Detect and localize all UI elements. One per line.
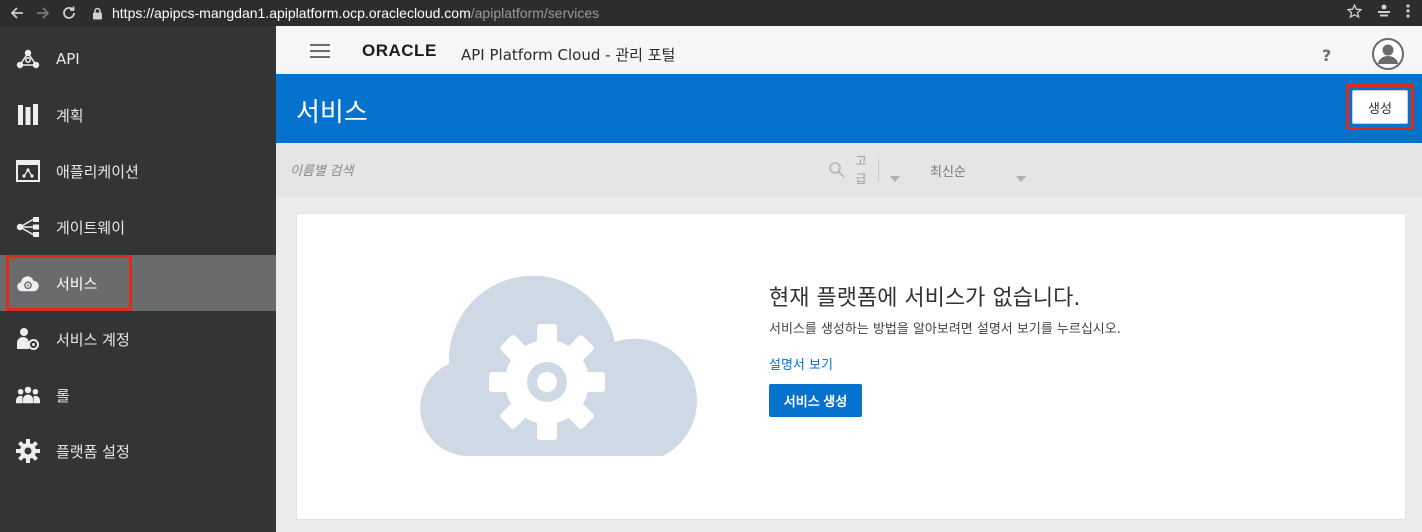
sort-select[interactable]: 최신순	[930, 161, 966, 180]
sidebar-item-label: 서비스 계정	[56, 330, 130, 349]
sidebar-item-roles[interactable]: 롤	[0, 367, 276, 423]
sidebar-item-label: 롤	[56, 386, 70, 405]
cloud-gear-illustration-icon	[419, 275, 709, 458]
empty-state-title: 현재 플랫폼에 서비스가 없습니다.	[769, 286, 1081, 311]
address-bar[interactable]: https://apipcs-mangdan1.apiplatform.ocp.…	[90, 2, 599, 24]
filter-bar: 고급 최신순	[276, 143, 1422, 197]
page-title: 서비스	[296, 98, 368, 128]
gear-icon	[16, 439, 40, 463]
extension-icon[interactable]	[1376, 4, 1392, 22]
sidebar: API 계획 애플리케이션 게이트웨이 서비스 서비스 계정 롤 플랫폼 설정	[0, 26, 276, 532]
lock-icon	[90, 6, 104, 20]
back-arrow-icon[interactable]	[4, 0, 30, 26]
hamburger-menu-icon[interactable]	[310, 44, 330, 58]
divider	[878, 159, 879, 181]
browser-toolbar: https://apipcs-mangdan1.apiplatform.ocp.…	[0, 0, 1422, 26]
reload-icon[interactable]	[56, 0, 82, 26]
service-account-icon	[16, 327, 40, 351]
app-header: ORACLE API Platform Cloud - 관리 포털 ?	[276, 26, 1422, 74]
sidebar-item-label: 게이트웨이	[56, 218, 126, 237]
sidebar-item-gateways[interactable]: 게이트웨이	[0, 199, 276, 255]
sidebar-item-api[interactable]: API	[0, 31, 276, 87]
chevron-down-icon[interactable]	[1016, 167, 1026, 186]
sidebar-item-platform-settings[interactable]: 플랫폼 설정	[0, 423, 276, 479]
gateway-icon	[16, 215, 40, 239]
sidebar-item-label: 플랫폼 설정	[56, 442, 130, 461]
empty-state-card: 현재 플랫폼에 서비스가 없습니다. 서비스를 생성하는 방법을 알아보려면 설…	[296, 213, 1406, 520]
advanced-search-toggle[interactable]: 고급	[854, 152, 868, 188]
oracle-logo: ORACLE	[362, 41, 437, 60]
sidebar-item-applications[interactable]: 애플리케이션	[0, 143, 276, 199]
chevron-down-icon[interactable]	[890, 167, 900, 186]
highlight-box	[6, 255, 132, 311]
search-icon[interactable]	[828, 161, 846, 179]
portal-title: API Platform Cloud - 관리 포털	[461, 46, 676, 64]
application-icon	[16, 159, 40, 183]
sidebar-item-label: 애플리케이션	[56, 162, 139, 181]
create-service-button[interactable]: 서비스 생성	[769, 384, 862, 417]
search-input[interactable]	[290, 153, 830, 187]
bookmark-star-icon[interactable]	[1346, 2, 1363, 23]
url-host: https://apipcs-mangdan1.apiplatform.ocp.…	[112, 5, 471, 21]
page-header: 서비스 생성	[276, 74, 1422, 143]
plan-icon	[16, 103, 40, 127]
empty-state-description: 서비스를 생성하는 방법을 알아보려면 설명서 보기를 누르십시오.	[769, 322, 1121, 337]
sidebar-item-label: API	[56, 50, 80, 68]
help-icon[interactable]: ?	[1322, 46, 1331, 65]
user-avatar-icon[interactable]	[1372, 38, 1404, 70]
url-path: /apiplatform/services	[470, 5, 600, 21]
view-documentation-link[interactable]: 설명서 보기	[769, 354, 833, 373]
sidebar-item-plans[interactable]: 계획	[0, 87, 276, 143]
browser-menu-icon[interactable]	[1406, 4, 1410, 22]
api-nodes-icon	[16, 47, 40, 71]
sidebar-item-service-accounts[interactable]: 서비스 계정	[0, 311, 276, 367]
highlight-box	[1346, 84, 1414, 130]
forward-arrow-icon[interactable]	[30, 0, 56, 26]
roles-icon	[16, 383, 40, 407]
sidebar-item-label: 계획	[56, 106, 84, 125]
